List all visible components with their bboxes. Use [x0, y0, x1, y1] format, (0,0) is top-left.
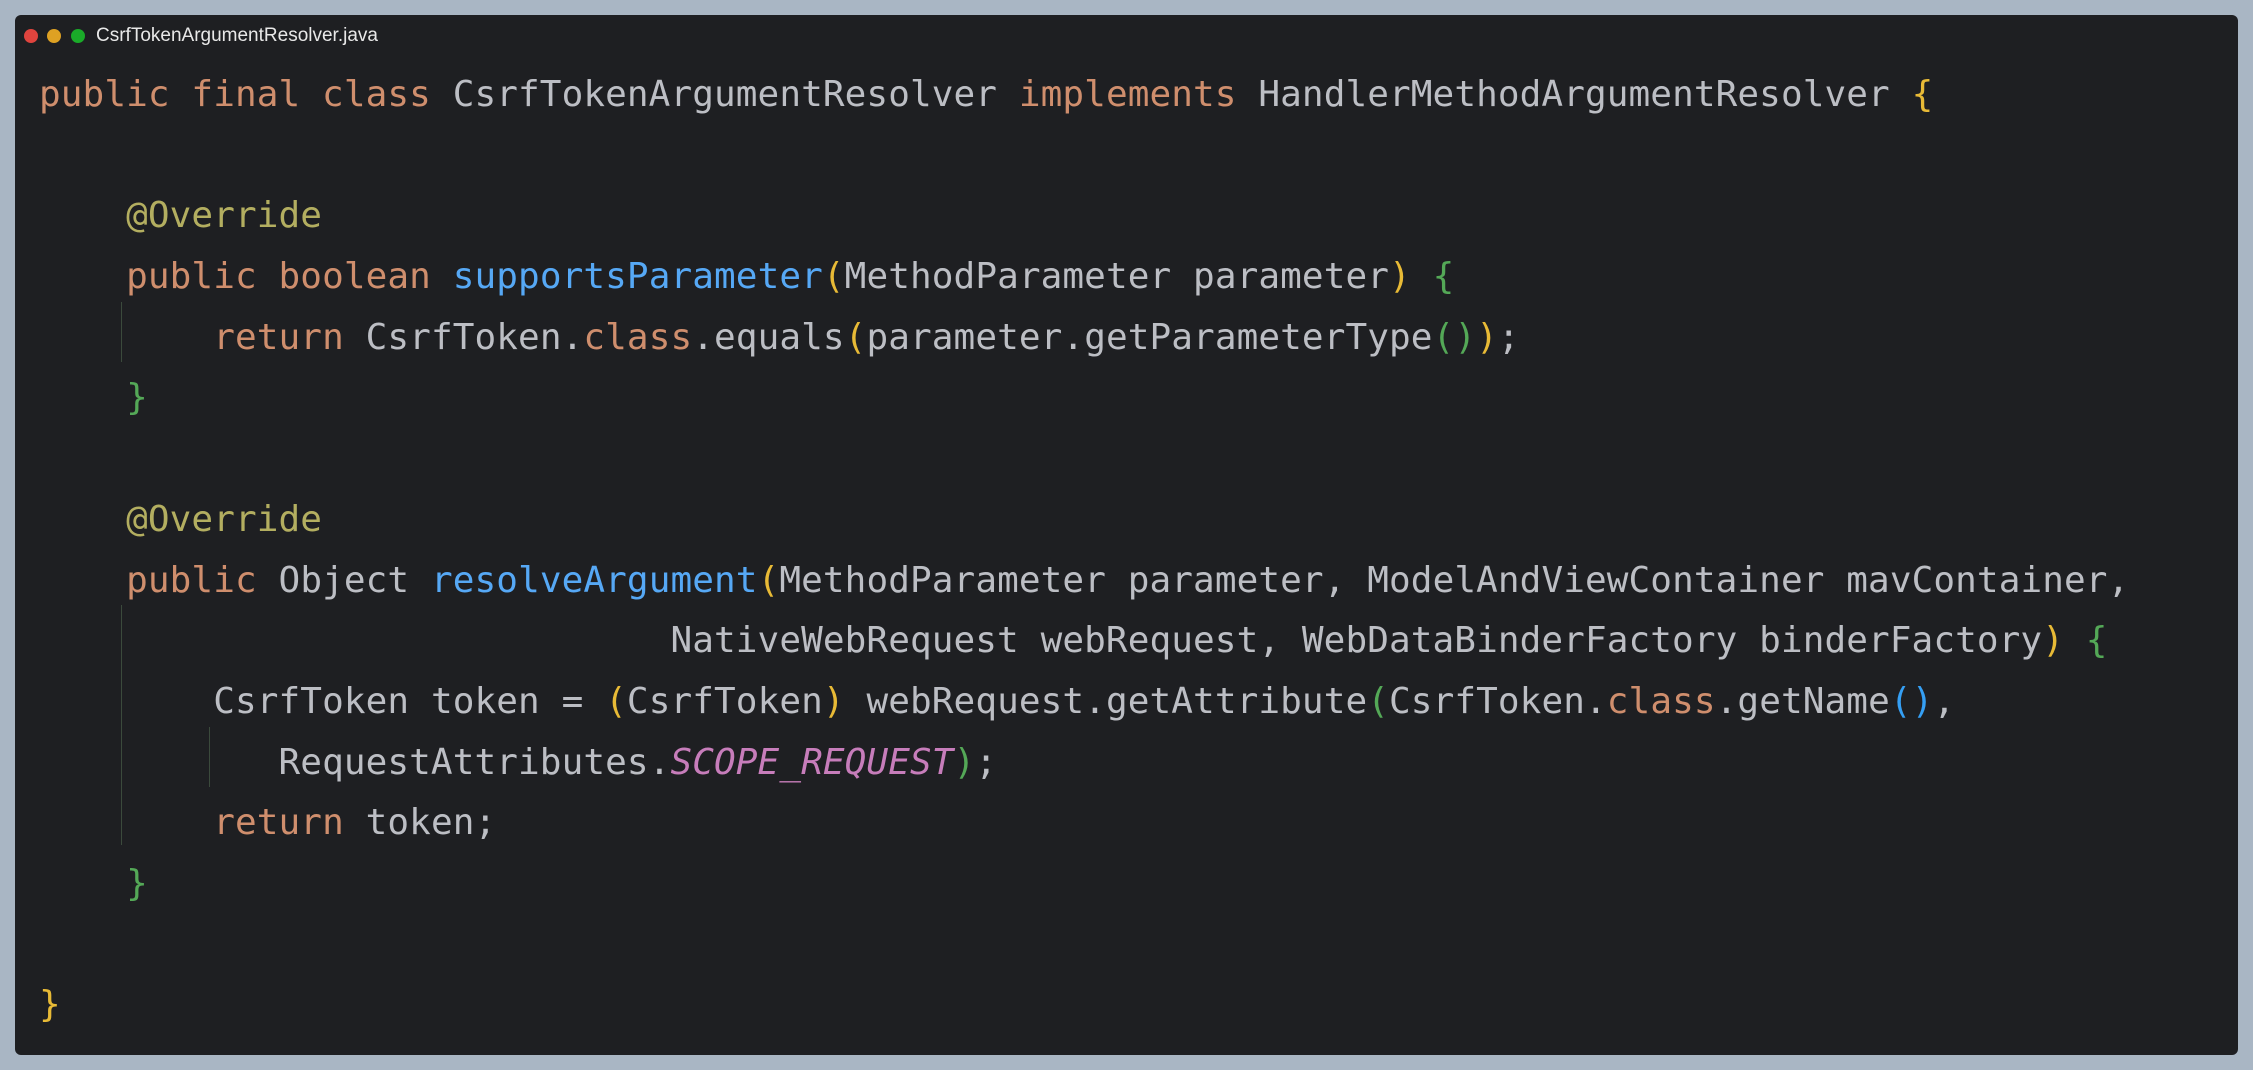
- code-line-12: RequestAttributes.SCOPE_REQUEST);: [39, 733, 2129, 794]
- brace: {: [1432, 256, 1455, 298]
- identifier: RequestAttributes.: [278, 741, 671, 783]
- editor-window: CsrfTokenArgumentResolver.java public fi…: [15, 15, 2238, 1055]
- minimize-button[interactable]: [47, 29, 61, 43]
- code-area[interactable]: public final class CsrfTokenArgumentReso…: [39, 65, 2129, 1036]
- keyword: public: [126, 559, 257, 601]
- keyword: implements: [1018, 74, 1237, 115]
- keyword: class: [583, 316, 693, 358]
- keyword: public boolean: [126, 256, 431, 298]
- declaration: CsrfToken token =: [213, 680, 606, 722]
- keyword: return: [213, 802, 344, 844]
- code-line-16: }: [39, 975, 2129, 1036]
- code-line-8: @Override: [39, 490, 2129, 551]
- brace: }: [39, 984, 61, 1026]
- code-line-11: CsrfToken token = (CsrfToken) webRequest…: [39, 672, 2129, 733]
- paren: ): [1911, 680, 1934, 722]
- annotation: @Override: [126, 498, 323, 540]
- paren: ): [1389, 256, 1411, 298]
- method-name: supportsParameter: [452, 256, 823, 298]
- maximize-button[interactable]: [71, 29, 85, 43]
- paren: (: [822, 256, 845, 298]
- comma: ,: [1933, 680, 1956, 722]
- static-constant: SCOPE_REQUEST: [670, 741, 954, 783]
- identifier: token;: [343, 802, 497, 844]
- cast-type: CsrfToken: [626, 680, 823, 722]
- code-line-4: public boolean supportsParameter(MethodP…: [39, 247, 2129, 308]
- brace: {: [1911, 74, 1934, 115]
- keyword: return: [213, 316, 344, 358]
- paren: ): [953, 741, 976, 783]
- keyword: class: [1606, 680, 1716, 722]
- method-call: .equals: [692, 316, 845, 358]
- code-line-14: }: [39, 854, 2129, 915]
- paren: (: [1432, 316, 1455, 358]
- paren: ): [822, 680, 845, 722]
- method-call: webRequest.getAttribute: [844, 680, 1368, 722]
- method-call: .getName: [1715, 680, 1890, 722]
- file-title: CsrfTokenArgumentResolver.java: [96, 25, 378, 46]
- interface-name: HandlerMethodArgumentResolver: [1236, 74, 1912, 115]
- return-type: Object: [256, 559, 431, 601]
- paren: ): [2042, 620, 2064, 662]
- paren: (: [1367, 680, 1390, 722]
- paren: (: [605, 680, 627, 722]
- brace: }: [126, 377, 148, 419]
- code-line-13: return token;: [39, 793, 2129, 854]
- paren: ): [1454, 316, 1477, 358]
- code-line-10: NativeWebRequest webRequest, WebDataBind…: [39, 611, 2129, 672]
- brace: }: [126, 862, 148, 904]
- identifier: CsrfToken.: [343, 316, 584, 358]
- code-line-6: }: [39, 368, 2129, 429]
- parameters: MethodParameter parameter: [844, 256, 1390, 298]
- code-line-5: return CsrfToken.class.equals(parameter.…: [39, 308, 2129, 369]
- code-line-1: public final class CsrfTokenArgumentReso…: [39, 65, 2129, 126]
- semicolon: ;: [1497, 316, 1520, 358]
- paren: (: [844, 316, 867, 358]
- annotation: @Override: [126, 195, 323, 237]
- paren: (: [1889, 680, 1912, 722]
- class-name: CsrfTokenArgumentResolver: [430, 74, 1019, 115]
- parameters: NativeWebRequest webRequest, WebDataBind…: [670, 620, 2043, 662]
- close-button[interactable]: [24, 29, 38, 43]
- paren: ): [1476, 316, 1498, 358]
- method-name: resolveArgument: [430, 559, 758, 601]
- parameters: MethodParameter parameter, ModelAndViewC…: [779, 559, 2130, 601]
- semicolon: ;: [975, 741, 998, 783]
- method-call: parameter.getParameterType: [866, 316, 1433, 358]
- paren: (: [757, 559, 780, 601]
- code-line-3: @Override: [39, 186, 2129, 247]
- title-bar: CsrfTokenArgumentResolver.java: [15, 15, 2238, 57]
- keyword: public final class: [39, 74, 431, 115]
- identifier: CsrfToken.: [1389, 680, 1607, 722]
- brace: {: [2085, 620, 2108, 662]
- code-line-9: public Object resolveArgument(MethodPara…: [39, 551, 2129, 612]
